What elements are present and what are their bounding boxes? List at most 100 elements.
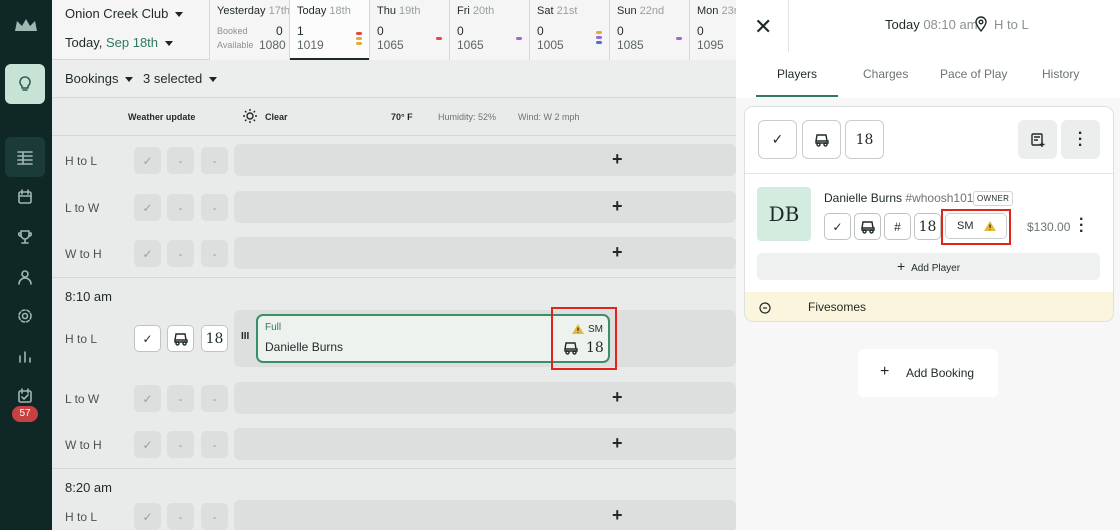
player-more-icon[interactable]: · · · (1079, 212, 1084, 240)
drag-handle-icon[interactable]: III (241, 331, 249, 342)
tee-time-slot[interactable] (234, 144, 736, 176)
cart-button[interactable] (167, 325, 194, 352)
player-holes-button[interactable]: 18 (914, 213, 941, 240)
holes-slot[interactable]: - (201, 240, 228, 267)
highlight-box (941, 209, 1011, 245)
available-count: 1085 (617, 38, 644, 52)
tournaments-nav[interactable] (5, 217, 45, 257)
tab-charges[interactable]: Charges (863, 67, 908, 81)
day-fri[interactable]: Fri 20th 0 1065 (449, 0, 529, 60)
day-yesterday[interactable]: Yesterday 17th Booked 0 Available 1080 (209, 0, 290, 60)
crown-logo-icon[interactable] (13, 15, 39, 35)
close-icon[interactable]: ✕ (754, 14, 772, 40)
selection-filter[interactable]: 3 selected (143, 71, 218, 86)
available-label: Available (217, 40, 254, 50)
course-label: L to W (65, 392, 100, 406)
course-label: H to L (65, 332, 98, 346)
booked-label: Booked (217, 26, 248, 36)
day-number: 21st (556, 5, 578, 17)
add-player-button[interactable]: + Add Player (757, 253, 1100, 280)
player-name-line[interactable]: Danielle Burns #whoosh101 (824, 191, 973, 205)
tee-time-slot[interactable] (234, 237, 736, 269)
day-sat[interactable]: Sat 21st 0 1005 (529, 0, 609, 60)
chevron-down-icon (125, 77, 134, 83)
tee-time-slot[interactable] (234, 382, 736, 414)
members-nav[interactable] (5, 257, 45, 297)
sun-icon (243, 109, 257, 123)
tee-sheet-nav[interactable] (5, 137, 45, 177)
cart-slot[interactable]: - (167, 240, 194, 267)
date-selector[interactable]: Today, Sep 18th (65, 35, 174, 50)
weather-humidity: Humidity: 52% (438, 112, 497, 122)
day-name: Sun (617, 5, 637, 17)
checkin-button[interactable]: ✓ (134, 385, 161, 412)
add-booking-plus-icon[interactable]: + (612, 149, 623, 170)
tab-pace-of-play[interactable]: Pace of Play (940, 67, 1007, 81)
chevron-down-icon (175, 12, 184, 18)
add-player-label: Add Player (911, 263, 961, 274)
player-checkin-button[interactable]: ✓ (824, 213, 851, 240)
divider (52, 277, 736, 278)
cart-slot[interactable]: - (167, 431, 194, 458)
cart-slot[interactable]: - (167, 503, 194, 530)
tee-time-slot[interactable] (234, 428, 736, 460)
booking-status: Full (265, 322, 282, 333)
holes-slot[interactable]: - (201, 147, 228, 174)
holes-all-button[interactable]: 18 (845, 120, 884, 159)
checkin-button[interactable]: ✓ (134, 194, 161, 221)
add-booking-plus-icon[interactable]: + (612, 505, 623, 526)
day-sun[interactable]: Sun 22nd 0 1085 (609, 0, 689, 60)
day-thu[interactable]: Thu 19th 0 1065 (369, 0, 449, 60)
day-today[interactable]: Today 18th 1 1019 (289, 0, 689, 60)
tips-button[interactable] (5, 64, 45, 104)
player-cart-button[interactable] (854, 213, 881, 240)
reports-nav[interactable] (5, 336, 45, 376)
calendar-nav[interactable] (5, 177, 45, 217)
holes-button[interactable]: 18 (201, 325, 228, 352)
cart-slot[interactable]: - (167, 194, 194, 221)
tab-history[interactable]: History (1042, 67, 1079, 81)
more-options-icon[interactable]: · · · (1061, 120, 1100, 159)
day-strip: Yesterday 17th Booked 0 Available 1080 T… (209, 0, 736, 60)
tee-time-slot[interactable] (234, 191, 736, 223)
checkin-button[interactable]: ✓ (134, 147, 161, 174)
day-mon[interactable]: Mon 23rd 0 1095 (689, 0, 736, 60)
tab-players[interactable]: Players (777, 67, 817, 81)
cart-slot[interactable]: - (167, 385, 194, 412)
available-count: 1005 (537, 38, 564, 52)
day-name: Yesterday (217, 5, 266, 17)
location-pin-icon (975, 16, 987, 32)
day-name: Today (297, 5, 327, 17)
club-selector[interactable]: Onion Creek Club (65, 6, 184, 21)
holes-slot[interactable]: - (201, 194, 228, 221)
add-booking-plus-icon[interactable]: + (612, 242, 623, 263)
checkin-button[interactable]: ✓ (134, 240, 161, 267)
requests-badge: 57 (12, 406, 38, 422)
holes-slot[interactable]: - (201, 385, 228, 412)
holes-slot[interactable]: - (201, 503, 228, 530)
bookings-filter[interactable]: Bookings (65, 71, 134, 86)
player-number-button[interactable]: # (884, 213, 911, 240)
checkin-button[interactable]: ✓ (134, 325, 161, 352)
lightbulb-icon (19, 76, 31, 91)
add-booking-plus-icon[interactable]: + (612, 387, 623, 408)
add-to-list-button[interactable] (1018, 120, 1057, 159)
available-count: 1019 (297, 38, 324, 52)
cart-slot[interactable]: - (167, 147, 194, 174)
booking-card-detail: ✓ 18 · · · DB Danielle Burns #whoosh101 OW… (744, 106, 1114, 322)
add-booking-plus-icon[interactable]: + (612, 433, 623, 454)
checkin-button[interactable]: ✓ (134, 431, 161, 458)
add-booking-button[interactable]: + Add Booking (858, 349, 998, 397)
holes-slot[interactable]: - (201, 431, 228, 458)
add-booking-plus-icon[interactable]: + (612, 196, 623, 217)
day-name: Thu (377, 5, 396, 17)
settings-nav[interactable] (5, 296, 45, 336)
weather-temp: 70° F (391, 112, 413, 122)
booked-count: 0 (276, 24, 283, 38)
day-name: Fri (457, 5, 470, 17)
checkin-button[interactable]: ✓ (134, 503, 161, 530)
checkin-all-button[interactable]: ✓ (758, 120, 797, 159)
tee-time-slot[interactable] (234, 500, 736, 530)
course-label: L to W (65, 201, 100, 215)
cart-all-button[interactable] (802, 120, 841, 159)
